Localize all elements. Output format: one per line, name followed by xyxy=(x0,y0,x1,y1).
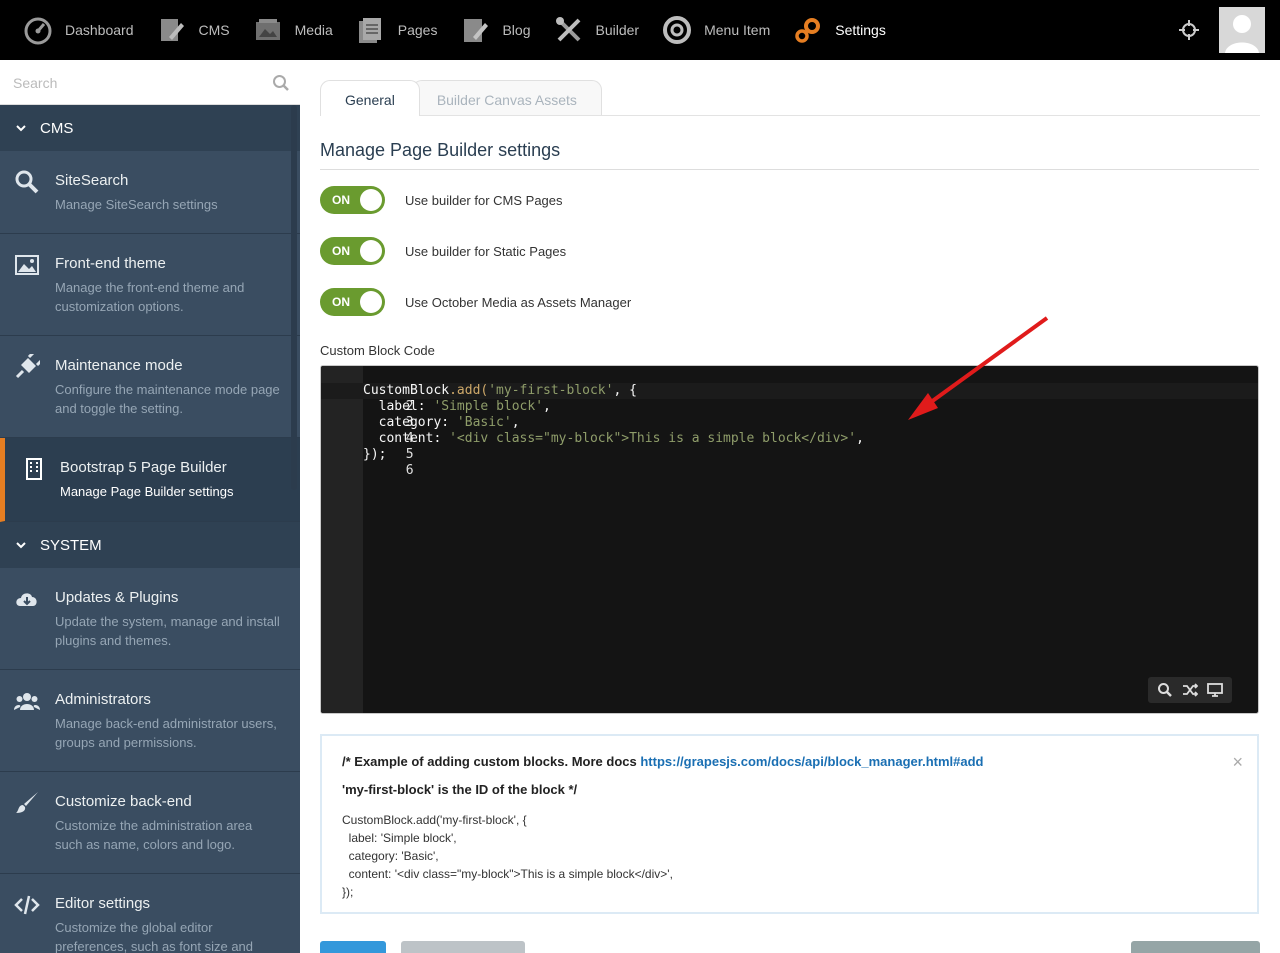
tab-general[interactable]: General xyxy=(320,80,420,116)
annotation-arrow xyxy=(908,316,1049,420)
